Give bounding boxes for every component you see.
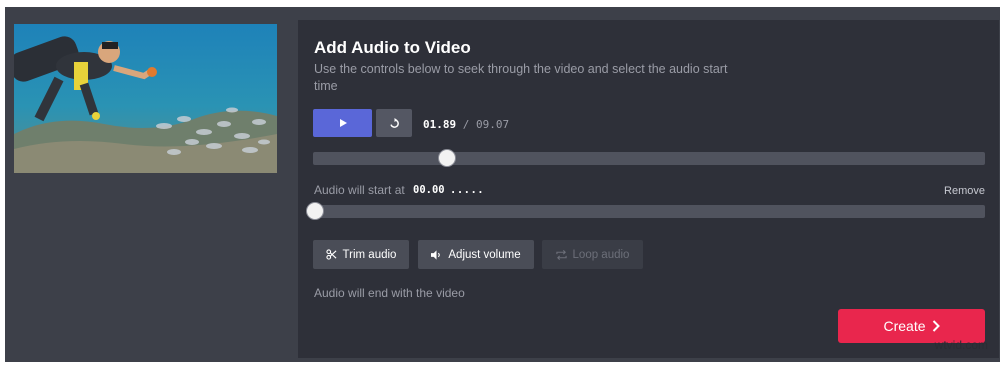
trim-audio-label: Trim audio [342,248,397,261]
chevron-right-icon [932,320,940,332]
audio-start-label: Audio will start at [314,183,405,197]
loop-icon [555,249,567,260]
audio-end-text: Audio will end with the video [314,286,465,300]
replay-button[interactable] [376,109,412,137]
audio-start-value: 00.00 [413,184,445,196]
audio-start-track[interactable] [313,205,985,218]
scissors-icon [325,249,337,260]
duration: 09.07 [476,118,510,131]
adjust-volume-label: Adjust volume [448,248,521,261]
remove-audio-link[interactable]: Remove [944,185,985,197]
play-icon [339,119,347,127]
app-frame: Add Audio to Video Use the controls belo… [5,7,1000,362]
audio-start-dots: ..... [450,184,485,196]
volume-icon [431,249,442,260]
time-separator: / [462,118,470,131]
audio-start-thumb[interactable] [306,202,324,220]
replay-icon [389,117,400,129]
page-title: Add Audio to Video [314,38,471,57]
adjust-volume-button[interactable]: Adjust volume [418,240,534,269]
loop-audio-button[interactable]: Loop audio [542,240,643,269]
video-seek-track[interactable] [313,152,985,165]
watermark: wtvid.com [934,338,988,352]
loop-audio-label: Loop audio [572,248,630,261]
time-display: 01.89 / 09.07 [423,118,509,131]
instructions-text: Use the controls below to seek through t… [314,62,728,93]
current-time: 01.89 [423,118,457,131]
play-button[interactable] [313,109,372,137]
audio-editor-panel: Add Audio to Video Use the controls belo… [298,20,999,358]
video-preview [14,24,277,173]
trim-audio-button[interactable]: Trim audio [313,240,409,269]
create-label: Create [883,318,926,334]
